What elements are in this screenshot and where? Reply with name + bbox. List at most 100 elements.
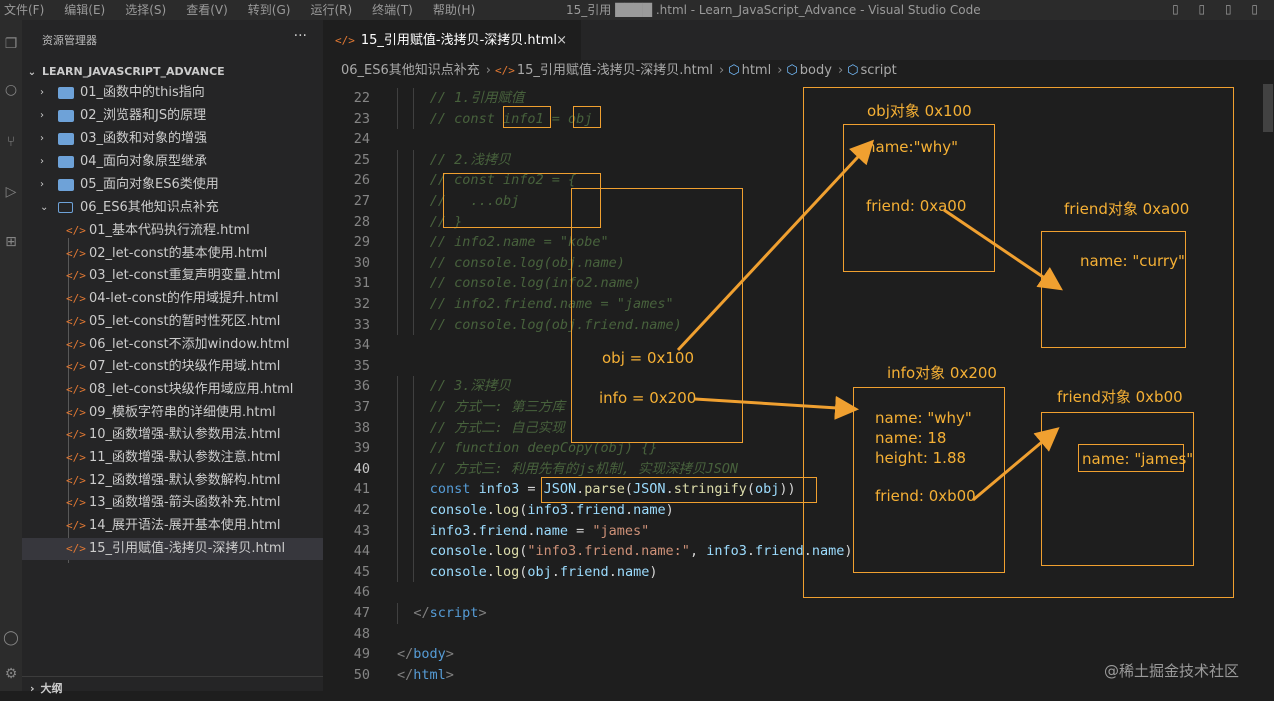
chevron-down-icon: ⌄ xyxy=(27,67,37,78)
menu-selection[interactable]: 选择(S) xyxy=(125,3,166,17)
indent-guide xyxy=(397,438,398,459)
indent-guide xyxy=(397,520,398,542)
breadcrumb-folder[interactable]: 06_ES6其他知识点补充 xyxy=(341,63,480,78)
line-number: 41 xyxy=(353,481,370,498)
indent-guide xyxy=(413,149,415,171)
outline-section[interactable]: › 大纲 xyxy=(22,676,323,695)
file-item[interactable]: </> 10_函数增强-默认参数用法.html xyxy=(22,424,323,446)
layout-controls[interactable]: ▯ ▯ ▯ ▯ xyxy=(1172,2,1266,16)
file-item[interactable]: </> 05_let-const的暂时性死区.html xyxy=(22,311,323,333)
settings-gear-icon[interactable]: ⚙ xyxy=(3,666,19,682)
source-control-icon[interactable]: ⑂ xyxy=(3,134,19,150)
info-name-label: name: "why" xyxy=(875,409,972,427)
line-number: 36 xyxy=(353,378,370,395)
file-item[interactable]: </> 07_let-const的块级作用域.html xyxy=(22,356,323,378)
code-token: script xyxy=(429,605,479,621)
breadcrumb-html[interactable]: html xyxy=(742,63,772,78)
file-item[interactable]: </> 06_let-const不添加window.html xyxy=(22,334,323,356)
indent-guide xyxy=(397,211,398,233)
workspace-root-label: LEARN_JAVASCRIPT_ADVANCE xyxy=(42,65,225,78)
line-number: 23 xyxy=(353,110,370,127)
code-token: name xyxy=(616,563,650,580)
indent-guide xyxy=(413,211,415,233)
close-icon[interactable]: × xyxy=(556,20,567,62)
file-item[interactable]: </> 01_基本代码执行流程.html xyxy=(22,220,323,242)
more-actions-icon[interactable]: ··· xyxy=(294,28,307,44)
menu-edit[interactable]: 编辑(E) xyxy=(64,3,105,17)
indent-guide xyxy=(413,314,415,336)
breadcrumb-file[interactable]: 15_引用赋值-浅拷贝-深拷贝.html xyxy=(517,63,713,78)
folder-item[interactable]: › 01_函数中的this指向 xyxy=(22,82,323,104)
code-token: friend xyxy=(559,563,609,580)
file-item[interactable]: </> 13_函数增强-箭头函数补充.html xyxy=(22,492,323,514)
menu-run[interactable]: 运行(R) xyxy=(310,3,352,17)
file-item[interactable]: </> 03_let-const重复声明变量.html xyxy=(22,265,323,287)
extensions-icon[interactable]: ⊞ xyxy=(3,234,19,250)
account-icon[interactable]: ◯ xyxy=(3,630,19,646)
code-token: </ xyxy=(397,646,414,663)
file-item[interactable]: </> 14_展开语法-展开基本使用.html xyxy=(22,515,323,537)
friend-a00-box xyxy=(1041,231,1186,348)
code-token: log xyxy=(494,543,520,560)
folder-item[interactable]: › 05_面向对象ES6类使用 xyxy=(22,174,323,196)
breadcrumb-script[interactable]: script xyxy=(861,63,897,78)
code-token: </ xyxy=(397,666,414,683)
editor-scrollbar[interactable] xyxy=(1262,82,1274,691)
code-text: console.log(info3.friend.name) xyxy=(430,500,674,521)
code-token: console xyxy=(429,502,487,518)
line-number: 37 xyxy=(353,399,370,415)
folder-item[interactable]: › 04_面向对象原型继承 xyxy=(22,151,323,173)
folder-item[interactable]: › 02_浏览器和JS的原理 xyxy=(22,105,323,127)
tab-bar: </> 15_引用赋值-浅拷贝-深拷贝.html × xyxy=(323,20,1274,60)
chevron-right-icon: › xyxy=(485,63,491,78)
code-text: </html> xyxy=(397,665,454,686)
file-item[interactable]: </> 02_let-const的基本使用.html xyxy=(22,243,323,265)
line-number: 34 xyxy=(353,337,370,354)
code-token: log xyxy=(494,563,520,580)
file-item[interactable]: </> 04-let-const的作用域提升.html xyxy=(22,288,323,310)
indent-guide xyxy=(397,376,398,397)
line-number: 33 xyxy=(353,316,370,333)
code-text: </body> xyxy=(397,644,454,665)
tab-active-file[interactable]: </> 15_引用赋值-浅拷贝-深拷贝.html × xyxy=(323,20,581,60)
search-icon[interactable]: ○ xyxy=(3,82,19,98)
friend-b00-title: friend对象 0xb00 xyxy=(1057,388,1183,406)
file-item[interactable]: </> 09_模板字符串的详细使用.html xyxy=(22,402,323,424)
line-number: 26 xyxy=(353,172,370,189)
scrollbar-thumb[interactable] xyxy=(1263,84,1273,132)
file-item[interactable]: </> 12_函数增强-默认参数解构.html xyxy=(22,470,323,492)
explorer-icon[interactable]: ❐ xyxy=(3,36,19,52)
file-label: 12_函数增强-默认参数解构.html xyxy=(89,472,281,488)
code-token: "james" xyxy=(592,522,650,539)
workspace-root[interactable]: ⌄ LEARN_JAVASCRIPT_ADVANCE xyxy=(22,62,323,82)
breadcrumb-body[interactable]: body xyxy=(800,63,832,78)
indent-guide xyxy=(413,170,415,191)
menu-terminal[interactable]: 终端(T) xyxy=(372,3,413,17)
menu-view[interactable]: 查看(V) xyxy=(186,3,228,17)
run-debug-icon[interactable]: ▷ xyxy=(3,184,19,200)
outline-label: 大纲 xyxy=(40,682,63,695)
code-token: = xyxy=(519,481,544,498)
menu-file[interactable]: 文件(F) xyxy=(4,3,44,17)
menu-help[interactable]: 帮助(H) xyxy=(433,3,475,17)
code-token: friend xyxy=(754,543,804,560)
code-token: . xyxy=(470,522,479,539)
line-number: 49 xyxy=(353,646,370,663)
code-token: html xyxy=(413,666,446,683)
folder-item[interactable]: › 03_函数和对象的增强 xyxy=(22,128,323,150)
folder-item-expanded[interactable]: ⌄ 06_ES6其他知识点补充 xyxy=(22,197,323,219)
code-text: // 方式一: 第三方库 xyxy=(430,397,565,418)
file-item[interactable]: </> 08_let-const块级作用域应用.html xyxy=(22,379,323,401)
element-icon: ⬡ xyxy=(786,63,798,78)
file-label: 03_let-const重复声明变量.html xyxy=(89,268,281,284)
menu-go[interactable]: 转到(G) xyxy=(248,3,291,17)
friend-b00-name: name: "james" xyxy=(1082,450,1194,468)
file-item[interactable]: </> 11_函数增强-默认参数注意.html xyxy=(22,447,323,469)
obj-name-label: name:"why" xyxy=(866,138,959,156)
element-icon: ⬡ xyxy=(847,63,859,78)
indent-guide xyxy=(397,149,398,171)
file-label: 10_函数增强-默认参数用法.html xyxy=(89,427,281,443)
indent-guide xyxy=(413,479,415,500)
indent-guide xyxy=(413,294,415,315)
file-item[interactable]: </> 15_引用赋值-浅拷贝-深拷贝.html xyxy=(22,537,323,560)
